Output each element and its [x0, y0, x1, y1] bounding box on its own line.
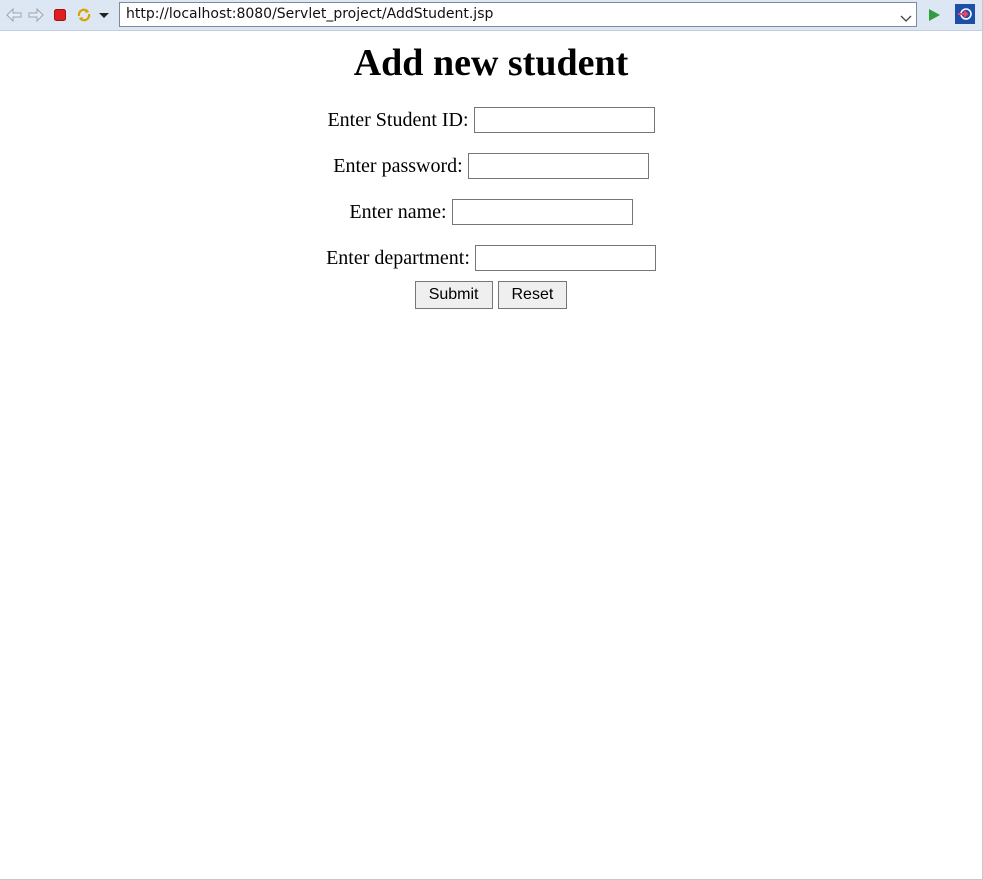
open-external-browser-icon[interactable] [955, 4, 975, 24]
name-label: Enter name: [349, 200, 447, 223]
department-input[interactable] [474, 245, 656, 271]
stop-icon[interactable] [51, 6, 69, 24]
form-buttons: Submit Reset [0, 281, 982, 309]
password-input[interactable] [467, 153, 649, 179]
password-label: Enter password: [333, 154, 463, 177]
student-id-label: Enter Student ID: [327, 108, 469, 131]
url-history-chevron-icon[interactable] [900, 9, 912, 22]
forward-arrow-icon[interactable] [27, 6, 45, 24]
department-label: Enter department: [326, 246, 470, 269]
go-play-icon[interactable] [925, 6, 943, 24]
url-input[interactable]: http://localhost:8080/Servlet_project/Ad… [119, 2, 917, 27]
submit-button[interactable]: Submit [414, 281, 493, 309]
browser-window: http://localhost:8080/Servlet_project/Ad… [0, 0, 983, 880]
add-student-form: Enter Student ID: Enter password: Enter … [0, 97, 982, 309]
dropdown-arrow-icon[interactable] [95, 6, 113, 24]
url-text: http://localhost:8080/Servlet_project/Ad… [126, 6, 494, 22]
department-row: Enter department: [0, 235, 982, 281]
name-row: Enter name: [0, 189, 982, 235]
name-input[interactable] [451, 199, 633, 225]
browser-toolbar: http://localhost:8080/Servlet_project/Ad… [0, 0, 982, 31]
page-title: Add new student [353, 42, 629, 84]
reset-button[interactable]: Reset [497, 281, 568, 309]
student-id-row: Enter Student ID: [0, 97, 982, 143]
student-id-input[interactable] [473, 107, 655, 133]
back-arrow-icon[interactable] [5, 6, 23, 24]
password-row: Enter password: [0, 143, 982, 189]
page-content: Add new student Enter Student ID: Enter … [0, 31, 982, 309]
refresh-icon[interactable] [75, 6, 93, 24]
